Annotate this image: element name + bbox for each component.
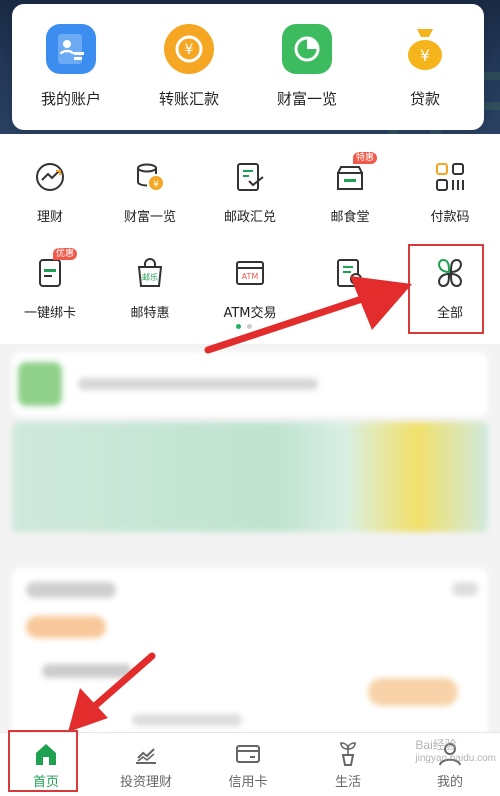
promo-tag: 优惠 (52, 248, 77, 260)
gift-bag-icon: 邮乐 (133, 256, 167, 290)
nav-label: 投资理财 (119, 775, 172, 790)
grid-item-paycode[interactable]: 付款码 (400, 160, 500, 225)
grid-label: 邮食堂 (330, 210, 370, 225)
chart-icon (133, 741, 159, 767)
qr-code-icon (433, 160, 467, 194)
grid-item-youtehui[interactable]: 邮乐 邮特惠 (100, 256, 200, 321)
nav-label: 信用卡 (228, 775, 268, 790)
promo-tag: 特惠 (352, 152, 377, 164)
grid-item-canteen[interactable]: 特惠 邮食堂 (300, 152, 400, 225)
grid-label: 一键绑卡 (23, 306, 76, 321)
plant-icon (335, 741, 361, 767)
shortcut-label: 财富一览 (276, 90, 337, 108)
grid-label: 邮特惠 (130, 306, 170, 321)
arrow-to-home-icon (68, 652, 156, 732)
account-card-icon (46, 24, 96, 74)
nav-label: 我的 (436, 775, 463, 790)
money-bag-icon: ¥ (400, 24, 450, 74)
nav-item-life[interactable]: 生活 (298, 741, 398, 790)
grid-label: 邮政汇兑 (223, 210, 276, 225)
shortcut-transfer[interactable]: ¥ 转账汇款 (130, 24, 248, 109)
nav-item-credit-card[interactable]: 信用卡 (198, 741, 298, 790)
transfer-coin-icon: ¥ (164, 24, 214, 74)
grid-item-licai[interactable]: 理财 (0, 160, 100, 225)
grid-label: 财富一览 (123, 210, 176, 225)
grid-item-bind-card[interactable]: 优惠 一键绑卡 (0, 248, 100, 321)
shortcut-my-account[interactable]: 我的账户 (12, 24, 130, 109)
feed-banner (12, 422, 488, 532)
grid-label: 理财 (36, 210, 63, 225)
nav-item-invest[interactable]: 投资理财 (96, 741, 196, 790)
watermark-line1: Bai经验 (415, 738, 457, 752)
inner-label: 邮乐 (142, 272, 158, 282)
arrow-to-all-icon (204, 276, 412, 354)
highlight-home-box (8, 730, 78, 792)
nav-label: 生活 (334, 775, 361, 790)
svg-text:¥: ¥ (153, 180, 159, 190)
coin-stack-icon: ¥ (133, 160, 167, 194)
shortcut-loan[interactable]: ¥ 贷款 (366, 24, 484, 109)
shortcut-label: 转账汇款 (158, 90, 219, 108)
top-shortcut-card: 我的账户 ¥ 转账汇款 财富一览 ¥ 贷款 (12, 4, 484, 130)
shop-icon: 特惠 (333, 152, 377, 194)
watermark-line2: jingyan.baidu.com (415, 753, 496, 764)
grid-label: 付款码 (430, 210, 470, 225)
pie-chart-icon (282, 24, 332, 74)
shortcut-label: 我的账户 (40, 90, 101, 108)
bind-card-icon: 优惠 (33, 248, 77, 290)
credit-card-icon (235, 741, 261, 767)
grid-item-wealth[interactable]: ¥ 财富一览 (100, 160, 200, 225)
remit-icon (233, 160, 267, 194)
watermark: Bai经验 jingyan.baidu.com (415, 738, 496, 766)
svg-text:¥: ¥ (420, 46, 430, 65)
trend-icon (33, 160, 67, 194)
shortcut-label: 贷款 (409, 90, 440, 108)
grid-item-remit[interactable]: 邮政汇兑 (200, 160, 300, 225)
svg-text:¥: ¥ (185, 42, 194, 58)
shortcut-wealth[interactable]: 财富一览 (248, 24, 366, 109)
